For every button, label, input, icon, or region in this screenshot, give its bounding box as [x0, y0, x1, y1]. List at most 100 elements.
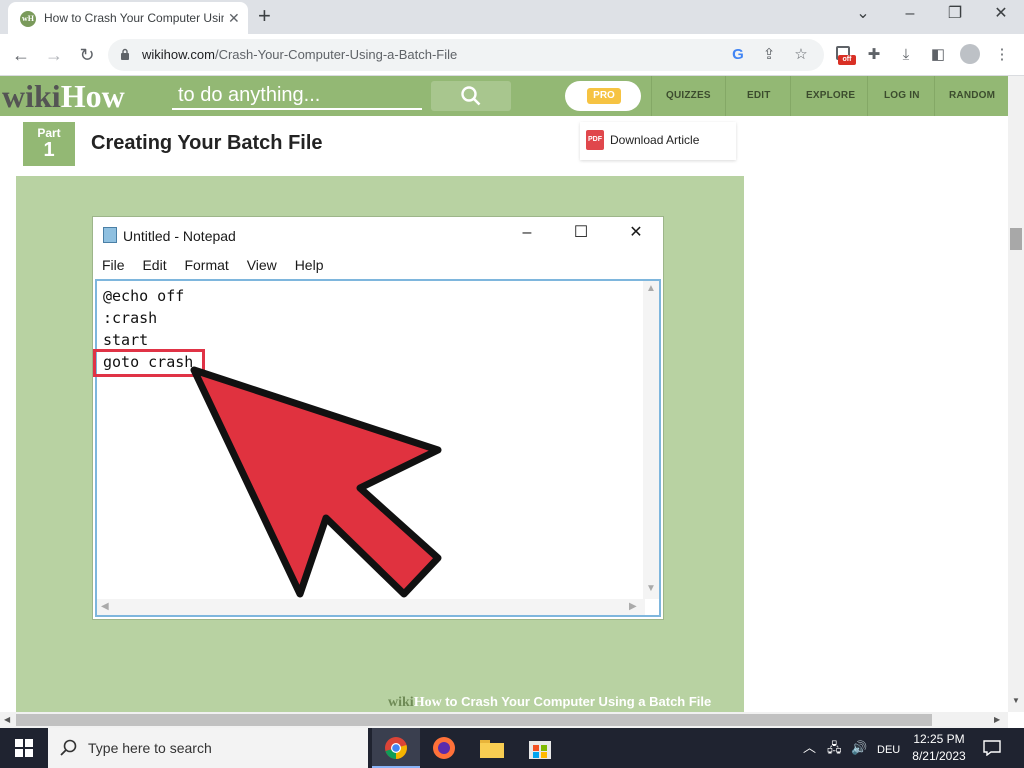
scroll-down-arrow-icon[interactable]: ▼: [1012, 696, 1020, 705]
lock-icon: [121, 48, 129, 60]
nav-edit[interactable]: EDIT: [747, 90, 771, 101]
language-indicator[interactable]: DEU: [877, 742, 900, 758]
vertical-scroll-thumb[interactable]: [1010, 228, 1022, 250]
taskbar-firefox[interactable]: [420, 728, 468, 768]
part-number: 1: [43, 139, 55, 161]
address-bar[interactable]: wikihow.com/Crash-Your-Computer-Using-a-…: [108, 39, 824, 71]
search-icon: [461, 86, 481, 106]
start-button[interactable]: [0, 728, 48, 768]
reload-button[interactable]: ↻: [76, 44, 98, 66]
windows-taskbar: Type here to search ︿ 🖧 🔊 DEU 12:25 PM 8…: [0, 728, 1024, 768]
clock-time: 12:25 PM: [913, 732, 965, 746]
download-label: Download Article: [610, 133, 700, 147]
taskbar-clock[interactable]: 12:25 PM 8/21/2023: [906, 731, 972, 765]
search-button[interactable]: [431, 81, 511, 111]
download-icon[interactable]: ⤓: [896, 46, 916, 64]
nav-divider: [867, 76, 868, 116]
nav-random[interactable]: RANDOM: [949, 90, 995, 101]
wikihow-watermark: wikiHow to Crash Your Computer Using a B…: [388, 694, 712, 710]
extension-badge: off: [838, 55, 856, 65]
close-window-button[interactable]: ✕: [989, 4, 1013, 24]
store-icon: [529, 741, 551, 759]
minimize-button[interactable]: –: [898, 4, 922, 24]
nav-divider: [934, 76, 935, 116]
scroll-right-arrow-icon[interactable]: ▶: [994, 715, 1000, 724]
code-line: :crash: [103, 309, 158, 327]
nav-divider: [725, 76, 726, 116]
tab-search-chevron-icon[interactable]: ⌄: [851, 4, 875, 24]
extensions-puzzle-icon[interactable]: ✚: [864, 46, 884, 64]
part-badge: Part 1: [23, 122, 75, 166]
wikihow-search-input[interactable]: to do anything...: [172, 82, 422, 110]
menu-help: Help: [294, 257, 324, 273]
search-placeholder: to do anything...: [178, 84, 321, 106]
taskbar-file-explorer[interactable]: [468, 728, 516, 768]
taskbar-store[interactable]: [516, 728, 564, 768]
notepad-close-icon: ✕: [629, 224, 643, 241]
search-icon: [60, 739, 77, 756]
wikihow-favicon-icon: wH: [20, 11, 36, 27]
nav-quizzes[interactable]: QUIZZES: [666, 90, 711, 101]
taskbar-search-placeholder: Type here to search: [88, 740, 212, 756]
bookmark-star-icon[interactable]: ☆: [791, 46, 811, 64]
code-line: start: [103, 331, 149, 349]
extension-off-icon[interactable]: off: [836, 46, 856, 65]
part-label: Part: [37, 126, 61, 140]
wikihow-logo[interactable]: wikiHow: [2, 78, 125, 114]
volume-icon[interactable]: 🔊: [851, 740, 867, 756]
wikihow-header: wikiHow to do anything... PRO QUIZZES ED…: [0, 76, 1008, 116]
folder-icon: [480, 740, 504, 758]
notification-icon[interactable]: [983, 740, 1001, 756]
tab-title: How to Crash Your Computer Using a Batch…: [44, 11, 224, 25]
page-vertical-scrollbar[interactable]: ▼: [1008, 76, 1024, 712]
red-pointer-arrow-icon: [190, 366, 442, 598]
clock-date: 8/21/2023: [912, 749, 966, 763]
restore-button[interactable]: ❐: [943, 4, 967, 24]
menu-view: View: [246, 257, 277, 273]
page-horizontal-scrollbar[interactable]: ◀ ▶: [0, 712, 1008, 728]
nav-log-in[interactable]: LOG IN: [884, 90, 920, 101]
pro-button[interactable]: PRO: [565, 81, 641, 111]
notepad-menu-bar: File Edit Format View Help: [102, 257, 337, 273]
menu-edit: Edit: [142, 257, 167, 273]
nav-explore[interactable]: EXPLORE: [806, 90, 855, 101]
browser-tab-strip: wH How to Crash Your Computer Using a Ba…: [0, 0, 1024, 34]
notepad-minimize-icon: –: [522, 224, 532, 241]
windows-logo-icon: [15, 739, 33, 757]
taskbar-chrome[interactable]: [372, 728, 420, 768]
notepad-vertical-scrollbar: ▲ ▼: [643, 281, 659, 599]
close-tab-icon[interactable]: ✕: [228, 10, 240, 26]
side-panel-icon[interactable]: ◧: [928, 46, 948, 64]
nav-divider: [790, 76, 791, 116]
back-button[interactable]: ←: [10, 44, 32, 66]
chrome-icon: [385, 737, 407, 759]
section-header: Part 1 Creating Your Batch File PDF Down…: [16, 116, 744, 176]
menu-file: File: [102, 257, 125, 273]
menu-format: Format: [184, 257, 229, 273]
taskbar-search-box[interactable]: Type here to search: [48, 728, 368, 768]
new-tab-button[interactable]: +: [258, 4, 271, 28]
tray-overflow-chevron-icon[interactable]: ︿: [803, 740, 816, 756]
notepad-maximize-icon: ☐: [573, 224, 589, 241]
download-article-button[interactable]: PDF Download Article: [580, 122, 736, 160]
pdf-icon: PDF: [586, 130, 604, 150]
forward-button[interactable]: →: [43, 44, 65, 66]
section-title: Creating Your Batch File: [91, 132, 323, 154]
scroll-left-arrow-icon[interactable]: ◀: [4, 715, 10, 724]
browser-tab[interactable]: wH How to Crash Your Computer Using a Ba…: [8, 2, 248, 34]
chrome-menu-icon[interactable]: ⋮: [992, 46, 1012, 64]
pro-badge: PRO: [587, 88, 621, 104]
google-lens-icon[interactable]: G: [728, 46, 748, 64]
notepad-icon: [103, 227, 117, 243]
notepad-title: Untitled - Notepad: [103, 227, 236, 244]
url-text: wikihow.com/Crash-Your-Computer-Using-a-…: [142, 47, 458, 62]
nav-divider: [651, 76, 652, 116]
horizontal-scroll-thumb[interactable]: [16, 714, 932, 726]
browser-toolbar: ← → ↻ wikihow.com/Crash-Your-Computer-Us…: [0, 34, 1024, 76]
share-icon[interactable]: ⇪: [759, 46, 779, 64]
code-line: @echo off: [103, 287, 185, 305]
firefox-icon: [433, 737, 455, 759]
network-icon[interactable]: 🖧: [827, 740, 842, 756]
article-illustration[interactable]: Untitled - Notepad – ☐ ✕ File Edit Forma…: [16, 176, 744, 712]
profile-avatar-icon[interactable]: [960, 44, 980, 64]
